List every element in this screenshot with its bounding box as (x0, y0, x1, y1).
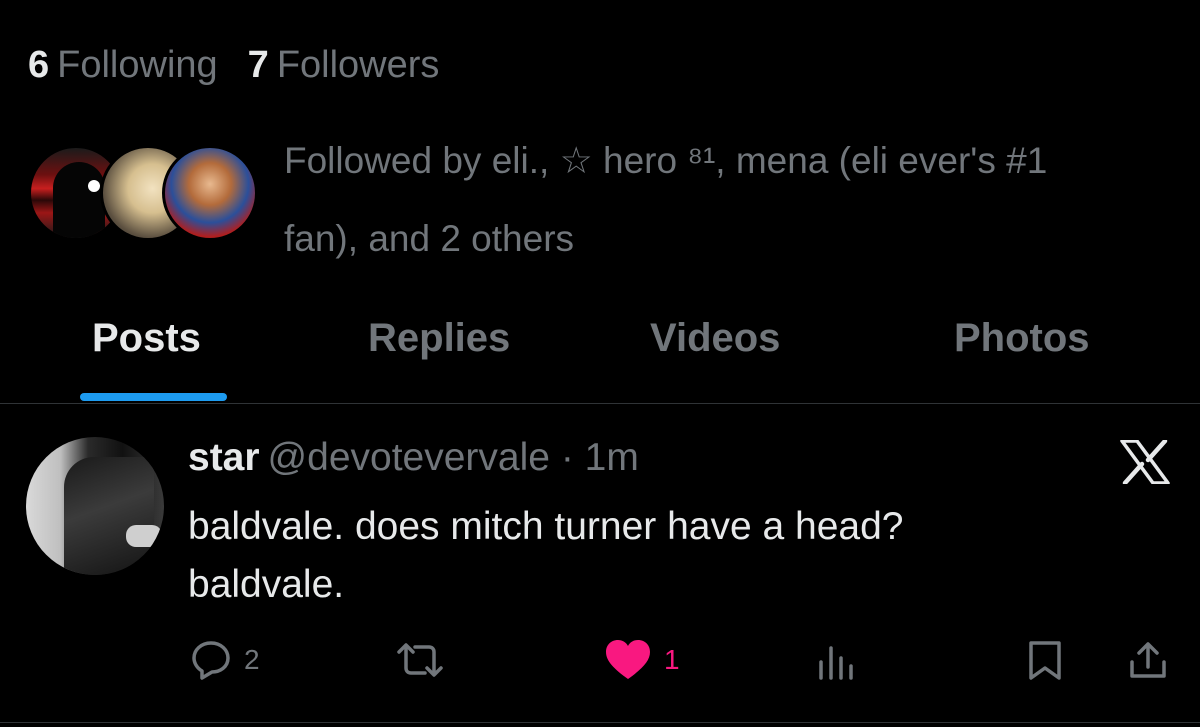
post-author-avatar[interactable] (26, 437, 164, 575)
tab-replies[interactable]: Replies (368, 316, 510, 361)
profile-tabs: Posts Replies Videos Photos (0, 300, 1200, 404)
following-link[interactable]: 6 Following (28, 44, 218, 87)
like-button[interactable]: 1 (604, 640, 680, 680)
following-count: 6 (28, 44, 50, 86)
followed-by-line: Followed by eli., ☆ hero ⁸¹, mena (eli e… (284, 140, 1048, 181)
profile-page: 6 Following 7 Followers Followed by eli., … (0, 0, 1200, 727)
post-body: baldvale. does mitch turner have a head?… (188, 498, 1148, 614)
x-logo-icon (1120, 438, 1170, 486)
share-icon (1128, 640, 1168, 680)
views-icon (818, 640, 858, 680)
reply-button[interactable]: 2 (190, 640, 260, 680)
post-author-name[interactable]: star (188, 436, 260, 479)
reply-count: 2 (244, 644, 260, 675)
like-count: 1 (664, 644, 680, 675)
repost-icon (395, 640, 445, 680)
divider (0, 722, 1200, 723)
post-author-handle[interactable]: @devotevervale (268, 436, 550, 479)
views-button[interactable] (818, 640, 858, 680)
following-label: Following (57, 44, 218, 86)
followed-by-line: fan), and 2 others (284, 218, 575, 259)
post-text-line: baldvale. (188, 563, 345, 606)
followed-by-avatars[interactable] (28, 145, 258, 245)
tab-posts[interactable]: Posts (92, 316, 201, 361)
repost-button[interactable] (395, 640, 445, 680)
avatar (162, 145, 258, 241)
followers-count: 7 (247, 44, 269, 86)
followers-link[interactable]: 7 Followers (248, 44, 440, 87)
heart-icon (604, 639, 652, 681)
post-header: star @devotevervale · 1m (188, 436, 639, 480)
tab-photos[interactable]: Photos (954, 316, 1090, 361)
reply-icon (190, 640, 232, 680)
active-tab-indicator (80, 393, 227, 401)
bookmark-icon (1028, 640, 1062, 680)
post-text-line: baldvale. does mitch turner have a head? (188, 505, 904, 548)
header-separator: · (560, 436, 574, 479)
tab-videos[interactable]: Videos (650, 316, 780, 361)
post-timestamp[interactable]: 1m (585, 436, 639, 479)
share-button[interactable] (1128, 640, 1168, 680)
bookmark-button[interactable] (1028, 640, 1062, 680)
followed-by-text[interactable]: Followed by eli., ☆ hero ⁸¹, mena (eli e… (284, 122, 1164, 278)
follow-counts: 6 Following 7 Followers (28, 44, 439, 87)
followers-label: Followers (276, 44, 440, 86)
